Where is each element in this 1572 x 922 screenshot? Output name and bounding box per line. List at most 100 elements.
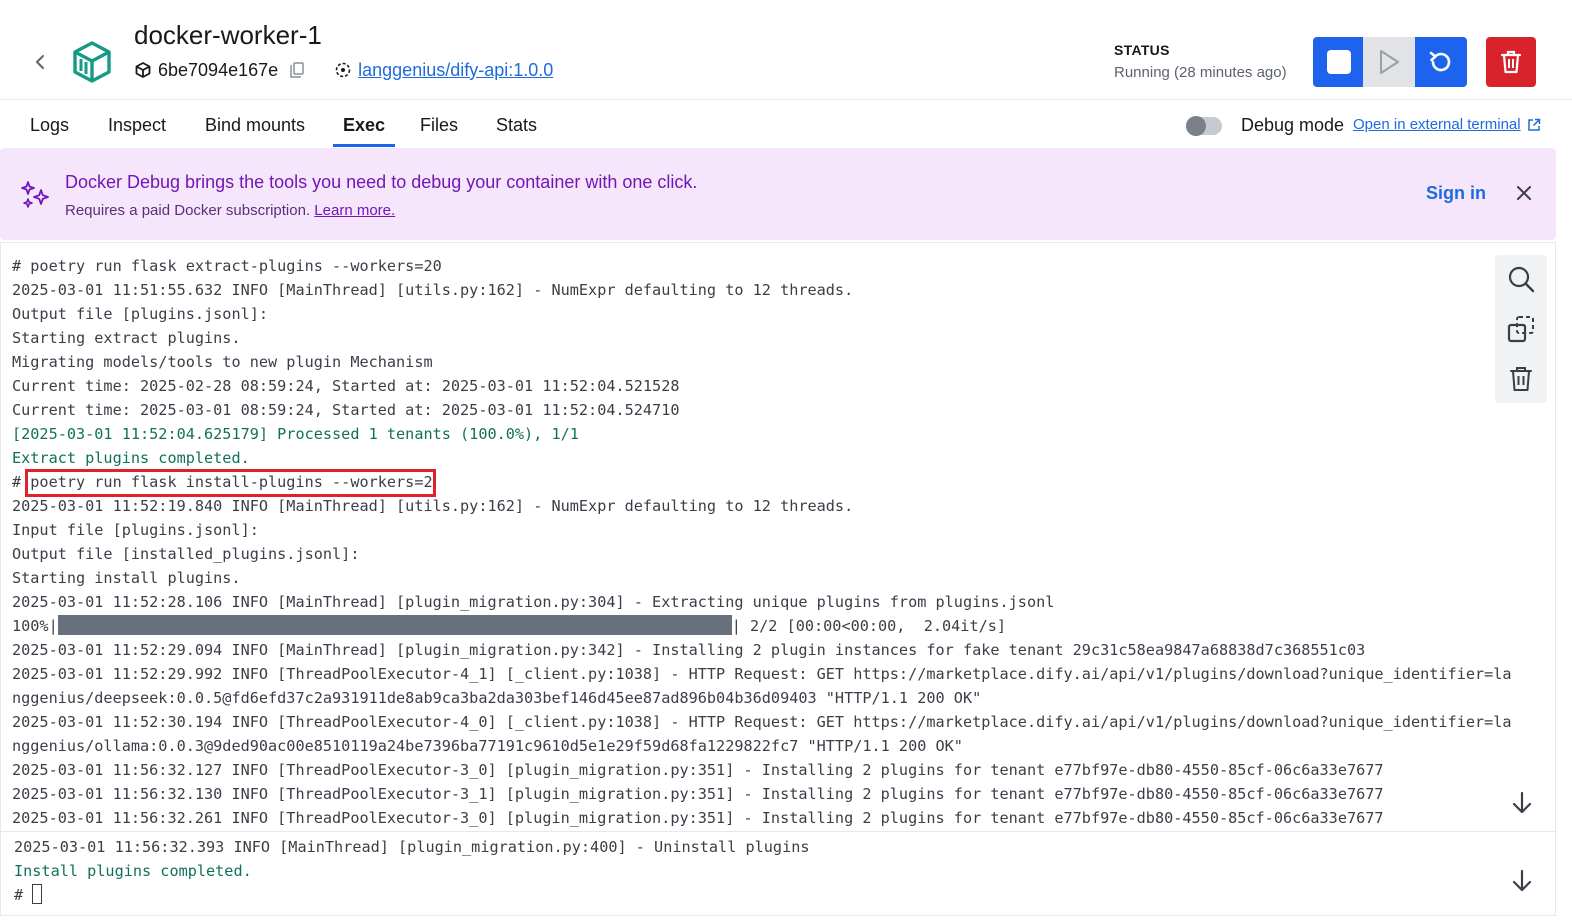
terminal-divider <box>1 831 1555 832</box>
open-external-terminal-label: Open in external terminal <box>1353 116 1521 133</box>
status-value: Running (28 minutes ago) <box>1114 64 1287 81</box>
start-button[interactable] <box>1363 37 1415 87</box>
banner-subtitle: Requires a paid Docker subscription. Lea… <box>65 202 395 219</box>
terminal-line-text: 2025-03-01 11:52:30.194 INFO [ThreadPool… <box>12 713 1512 731</box>
restart-button[interactable] <box>1415 37 1467 87</box>
toggle-knob <box>1186 116 1206 136</box>
terminal-line-text: nggenius/ollama:0.0.3@9ded90ac00e8510119… <box>12 737 963 755</box>
back-chevron-icon[interactable] <box>28 50 52 74</box>
terminal-line-text: [2025-03-01 11:52:04.625179] Processed 1… <box>12 425 579 443</box>
terminal-line: 2025-03-01 11:52:29.094 INFO [MainThread… <box>12 638 1512 662</box>
terminal-line: 2025-03-01 11:52:29.992 INFO [ThreadPool… <box>12 662 1512 686</box>
terminal-line: Install plugins completed. <box>14 859 810 883</box>
open-external-terminal-link[interactable]: Open in external terminal <box>1353 116 1541 133</box>
play-icon <box>1380 50 1399 74</box>
terminal-line: 2025-03-01 11:56:32.127 INFO [ThreadPool… <box>12 758 1512 782</box>
tab-logs[interactable]: Logs <box>30 115 69 147</box>
terminal-line: 2025-03-01 11:52:19.840 INFO [MainThread… <box>12 494 1512 518</box>
container-id: 6be7094e167e <box>158 59 279 80</box>
banner-title: Docker Debug brings the tools you need t… <box>65 172 698 192</box>
image-link[interactable]: langgenius/dify-api:1.0.0 <box>358 60 553 81</box>
clear-trash-icon[interactable] <box>1507 365 1535 393</box>
tab-inspect[interactable]: Inspect <box>108 115 166 147</box>
terminal-line: Starting install plugins. <box>12 566 1512 590</box>
terminal-line-text: 2025-03-01 11:52:19.840 INFO [MainThread… <box>12 497 854 515</box>
terminal-line-text: Install plugins completed. <box>14 862 252 880</box>
terminal-line: Starting extract plugins. <box>12 326 1512 350</box>
terminal-line: 2025-03-01 11:51:55.632 INFO [MainThread… <box>12 278 1512 302</box>
status-label: STATUS <box>1114 42 1170 58</box>
terminal-line-text: Extract plugins completed. <box>12 449 250 467</box>
terminal-line: Output file [plugins.jsonl]: <box>12 302 1512 326</box>
terminal-line-text: 2025-03-01 11:52:29.094 INFO [MainThread… <box>12 641 1366 659</box>
terminal-line-text: # <box>14 886 33 904</box>
terminal-line-text: Input file [plugins.jsonl]: <box>12 521 259 539</box>
terminal-line: 2025-03-01 11:56:32.261 INFO [ThreadPool… <box>12 806 1512 830</box>
terminal-line-text: nggenius/deepseek:0.0.5@fd6efd37c2a93191… <box>12 689 982 707</box>
terminal-line-text: Output file [installed_plugins.jsonl]: <box>12 545 360 563</box>
tab-bar: Logs Inspect Bind mounts Exec Files Stat… <box>0 101 1572 147</box>
terminal-line: [2025-03-01 11:52:04.625179] Processed 1… <box>12 422 1512 446</box>
terminal-line-text: 2025-03-01 11:56:32.261 INFO [ThreadPool… <box>12 809 1384 827</box>
tab-stats[interactable]: Stats <box>496 115 537 147</box>
highlight-box <box>25 469 436 497</box>
trash-icon <box>1500 50 1522 74</box>
terminal-line-text: Current time: 2025-02-28 08:59:24, Start… <box>12 377 680 395</box>
sparkle-icon <box>21 181 49 208</box>
delete-button[interactable] <box>1486 37 1536 87</box>
exec-terminal[interactable]: # poetry run flask extract-plugins --wor… <box>0 242 1556 916</box>
copy-icon[interactable] <box>288 61 306 79</box>
terminal-line-text: 2025-03-01 11:56:32.393 INFO [MainThread… <box>14 838 810 856</box>
debug-mode-label: Debug mode <box>1241 115 1345 135</box>
restart-icon <box>1429 51 1451 72</box>
learn-more-link[interactable]: Learn more. <box>314 202 395 219</box>
tab-files[interactable]: Files <box>420 115 458 147</box>
terminal-line-text: Migrating models/tools to new plugin Mec… <box>12 353 433 371</box>
stop-button[interactable] <box>1313 37 1365 87</box>
terminal-line: 2025-03-01 11:52:28.106 INFO [MainThread… <box>12 590 1512 614</box>
terminal-line-text: 2025-03-01 11:52:29.992 INFO [ThreadPool… <box>12 665 1512 683</box>
terminal-line: Output file [installed_plugins.jsonl]: <box>12 542 1512 566</box>
terminal-output: # poetry run flask extract-plugins --wor… <box>12 254 1512 830</box>
debug-mode-toggle[interactable] <box>1186 116 1222 136</box>
terminal-output-bottom: 2025-03-01 11:56:32.393 INFO [MainThread… <box>14 835 810 907</box>
terminal-line-text: 2025-03-01 11:52:28.106 INFO [MainThread… <box>12 593 1055 611</box>
terminal-line: 100%| | 2/2 [00:00<00:00, 2.04it/s] <box>12 614 1512 638</box>
terminal-line: Current time: 2025-02-28 08:59:24, Start… <box>12 374 1512 398</box>
terminal-line: Migrating models/tools to new plugin Mec… <box>12 350 1512 374</box>
tab-exec[interactable]: Exec <box>333 115 396 147</box>
terminal-line: # poetry run flask extract-plugins --wor… <box>12 254 1512 278</box>
tab-bind-mounts[interactable]: Bind mounts <box>205 115 305 147</box>
terminal-line-text: Starting extract plugins. <box>12 329 241 347</box>
terminal-line-text: Starting install plugins. <box>12 569 241 587</box>
container-name: docker-worker-1 <box>134 20 322 50</box>
sign-in-button[interactable]: Sign in <box>1426 183 1486 204</box>
terminal-cursor <box>32 884 43 904</box>
progress-suffix: | 2/2 [00:00<00:00, 2.04it/s] <box>731 617 1007 635</box>
container-cube-icon <box>73 41 111 83</box>
terminal-line-text: Output file [plugins.jsonl]: <box>12 305 269 323</box>
progress-prefix: 100%| <box>12 617 58 635</box>
terminal-line-text: 2025-03-01 11:51:55.632 INFO [MainThread… <box>12 281 854 299</box>
copy-output-icon[interactable] <box>1507 315 1535 343</box>
terminal-line: 2025-03-01 11:52:30.194 INFO [ThreadPool… <box>12 710 1512 734</box>
close-icon[interactable] <box>1512 181 1536 205</box>
terminal-line-text: 2025-03-01 11:56:32.127 INFO [ThreadPool… <box>12 761 1384 779</box>
scroll-down-arrow-icon[interactable] <box>1509 790 1535 816</box>
status-block: STATUS Running (28 minutes ago) <box>1114 42 1287 81</box>
progress-bar <box>57 615 732 635</box>
terminal-line: Extract plugins completed. <box>12 446 1512 470</box>
stop-icon <box>1327 50 1351 74</box>
terminal-line: Input file [plugins.jsonl]: <box>12 518 1512 542</box>
terminal-line-text: Current time: 2025-03-01 08:59:24, Start… <box>12 401 680 419</box>
terminal-line: nggenius/deepseek:0.0.5@fd6efd37c2a93191… <box>12 686 1512 710</box>
terminal-line: 2025-03-01 11:56:32.393 INFO [MainThread… <box>14 835 810 859</box>
external-link-icon <box>1527 118 1540 131</box>
container-meta: 6be7094e167e langgenius/dify-api:1.0.0 <box>134 58 553 82</box>
terminal-line-text: 2025-03-01 11:56:32.130 INFO [ThreadPool… <box>12 785 1384 803</box>
search-icon[interactable] <box>1507 265 1535 293</box>
terminal-line: 2025-03-01 11:56:32.130 INFO [ThreadPool… <box>12 782 1512 806</box>
terminal-toolbar <box>1495 255 1547 403</box>
scroll-to-bottom-icon[interactable] <box>1509 868 1535 894</box>
terminal-line: Current time: 2025-03-01 08:59:24, Start… <box>12 398 1512 422</box>
